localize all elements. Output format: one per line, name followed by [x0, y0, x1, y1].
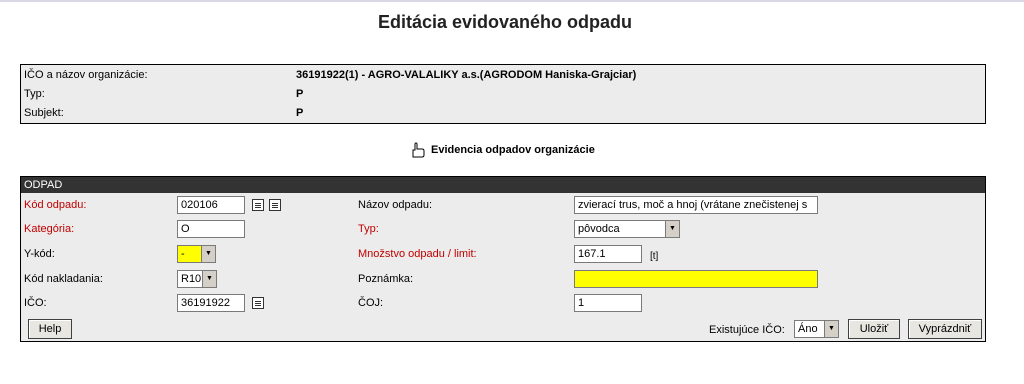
evidencia-link[interactable]: Evidencia odpadov organizácie: [410, 140, 595, 160]
org-ico-label: IČO a názov organizácie:: [24, 69, 148, 81]
org-subjekt-value: P: [296, 107, 304, 119]
mnozstvo-unit: [t]: [650, 251, 659, 262]
chevron-down-icon: ▼: [201, 246, 215, 262]
org-typ-label: Typ:: [24, 88, 45, 100]
grid-icon[interactable]: [269, 199, 281, 211]
vyprazdnit-button[interactable]: Vyprázdniť: [908, 319, 982, 339]
ico-label: IČO:: [24, 297, 47, 309]
list-icon[interactable]: [252, 297, 264, 309]
typ-select[interactable]: pôvodca ▼: [574, 220, 680, 238]
typ-label: Typ:: [358, 223, 379, 235]
mnozstvo-label: Množstvo odpadu / limit:: [358, 248, 477, 260]
kod-nakladania-select[interactable]: R10 ▼: [177, 270, 217, 288]
odpad-form: ODPAD Kód odpadu: 020106 Názov odpadu: z…: [20, 176, 986, 342]
ico-input[interactable]: 36191922: [177, 294, 245, 312]
odpad-header: ODPAD: [21, 177, 985, 193]
org-row-typ: Typ: P: [21, 85, 985, 103]
nazov-odpadu-input[interactable]: zvierací trus, moč a hnoj (vrátane zneči…: [574, 196, 818, 214]
back-hand-icon: [410, 142, 426, 158]
kod-odpadu-input[interactable]: 020106: [177, 196, 245, 214]
kod-nakladania-select-value: R10: [181, 273, 202, 285]
org-row-ico: IČO a názov organizácie: 36191922(1) - A…: [21, 66, 985, 84]
y-kod-label: Y-kód:: [24, 248, 55, 260]
poznamka-label: Poznámka:: [358, 273, 414, 285]
ulozit-button[interactable]: Uložiť: [848, 319, 900, 339]
poznamka-input[interactable]: [574, 270, 818, 288]
kod-nakladania-label: Kód nakladania:: [24, 273, 103, 285]
typ-select-value: pôvodca: [578, 223, 620, 235]
top-divider: [0, 0, 1024, 2]
org-ico-value: 36191922(1) - AGRO-VALALIKY a.s.(AGRODOM…: [296, 69, 637, 81]
list-icon[interactable]: [252, 199, 264, 211]
existujuce-ico-select[interactable]: Áno ▼: [794, 320, 839, 338]
org-row-subjekt: Subjekt: P: [21, 104, 985, 122]
y-kod-select[interactable]: - ▼: [177, 245, 216, 263]
org-typ-value: P: [296, 88, 304, 100]
kod-odpadu-label: Kód odpadu:: [24, 199, 87, 211]
kategoria-label: Kategória:: [24, 223, 75, 235]
mnozstvo-input[interactable]: 167.1: [574, 245, 642, 263]
kategoria-input[interactable]: O: [177, 220, 245, 238]
chevron-down-icon: ▼: [665, 221, 679, 237]
y-kod-select-value: -: [181, 248, 185, 260]
org-info-panel: IČO a názov organizácie: 36191922(1) - A…: [20, 64, 986, 124]
evidencia-link-label: Evidencia odpadov organizácie: [431, 144, 595, 156]
help-button[interactable]: Help: [28, 319, 72, 339]
coj-input[interactable]: 1: [574, 294, 642, 312]
chevron-down-icon: ▼: [202, 271, 216, 287]
chevron-down-icon: ▼: [824, 321, 838, 337]
nazov-odpadu-label: Názov odpadu:: [358, 199, 432, 211]
page-title: Editácia evidovaného odpadu: [377, 12, 633, 32]
existujuce-ico-label: Existujúce IČO:: [709, 324, 785, 336]
coj-label: ČOJ:: [358, 297, 384, 309]
org-subjekt-label: Subjekt:: [24, 107, 64, 119]
existujuce-ico-select-value: Áno: [798, 323, 818, 335]
